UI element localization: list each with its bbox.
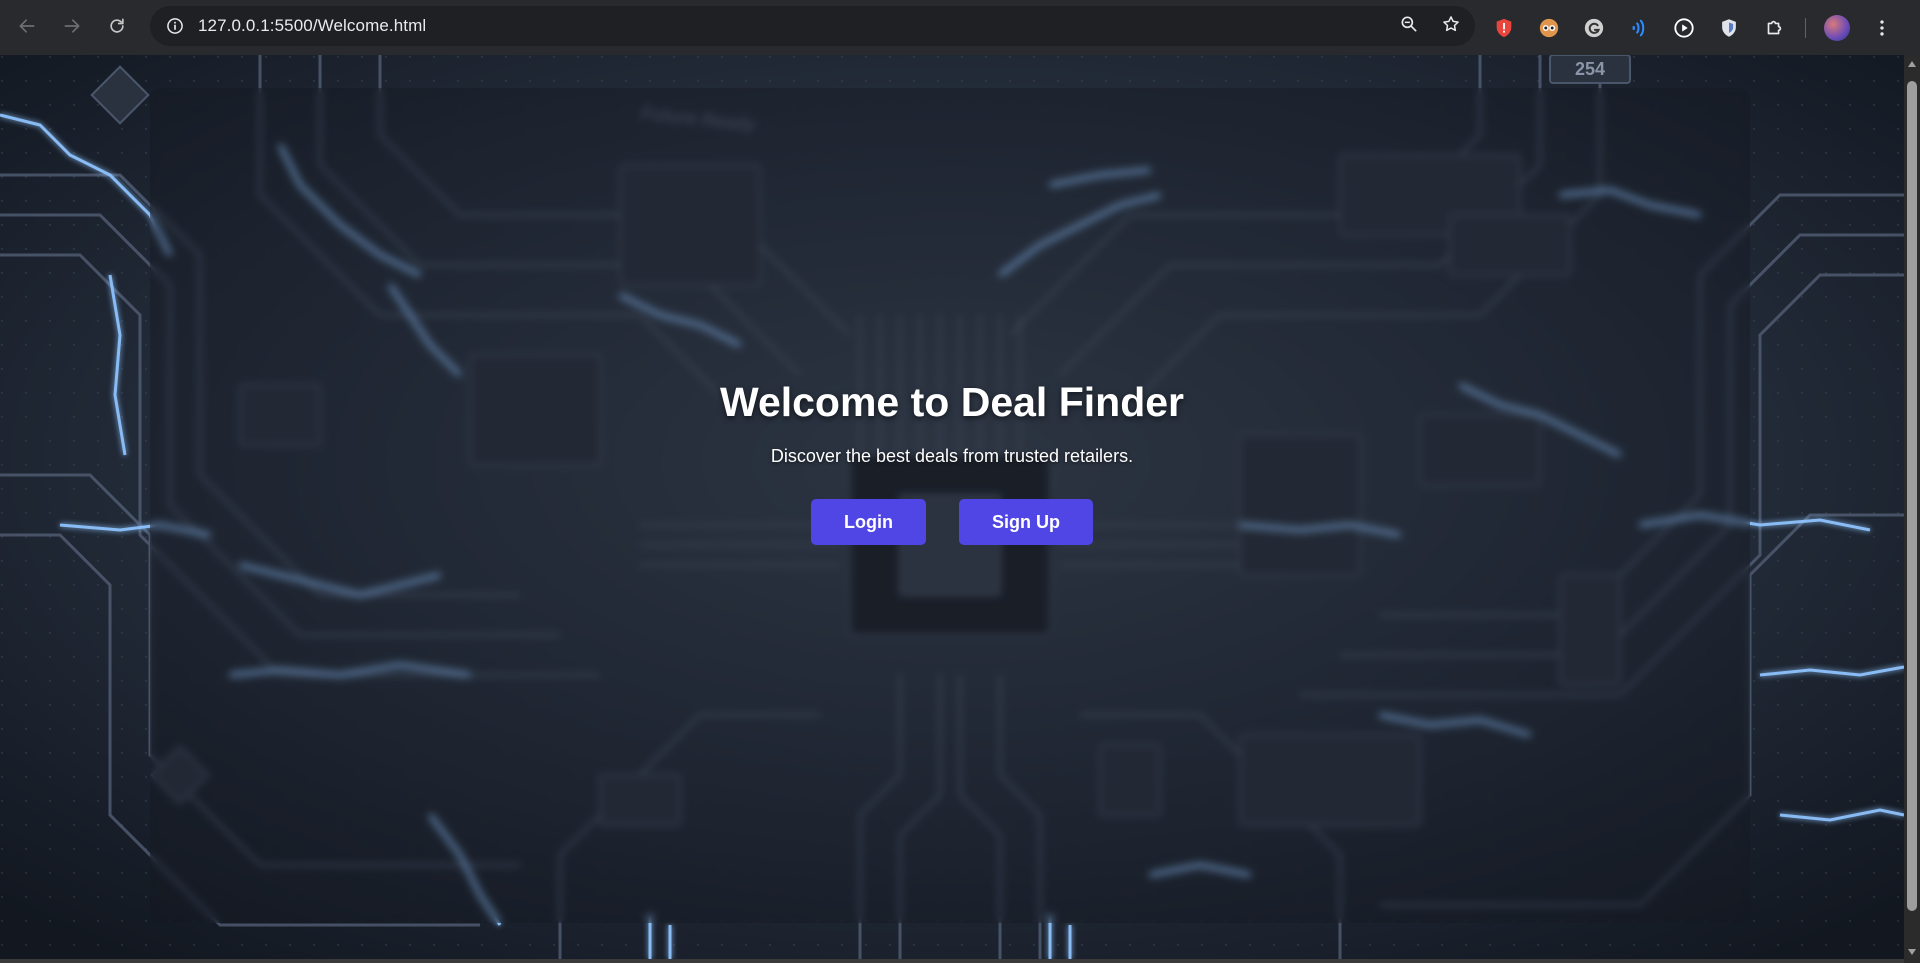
scroll-thumb[interactable] — [1907, 81, 1917, 911]
eyes-extension[interactable] — [1535, 14, 1563, 42]
site-info-button[interactable] — [162, 13, 188, 39]
page-subtitle: Discover the best deals from trusted ret… — [770, 446, 1134, 466]
brave-shield-icon — [1496, 18, 1512, 37]
reload-icon — [110, 18, 124, 33]
eyes-icon — [1539, 18, 1559, 37]
sound-waves-icon — [1632, 19, 1645, 36]
zoom-icon — [1401, 16, 1417, 31]
forward-button[interactable] — [54, 8, 90, 44]
profile-button[interactable] — [1823, 14, 1851, 42]
grammarly-extension[interactable] — [1580, 14, 1608, 42]
horizontal-scroll-strip — [0, 959, 1904, 963]
extensions-button[interactable] — [1760, 14, 1788, 42]
grammarly-icon — [1584, 18, 1604, 37]
url-text[interactable]: 127.0.0.1:5500/Welcome.html — [198, 16, 426, 36]
scroll-up-arrow-icon[interactable] — [1908, 61, 1916, 67]
kebab-menu-icon — [1880, 19, 1884, 36]
privacy-badger-extension[interactable] — [1715, 14, 1743, 42]
voice-extension[interactable] — [1625, 14, 1653, 42]
browser-toolbar: 127.0.0.1:5500/Welcome.html — [0, 0, 1920, 55]
shield-extension[interactable] — [1490, 14, 1518, 42]
address-bar[interactable]: 127.0.0.1:5500/Welcome.html — [150, 6, 1475, 46]
auth-buttons: Login Sign Up — [811, 499, 1093, 545]
avatar — [1824, 14, 1850, 41]
play-circle-icon — [1674, 17, 1694, 38]
login-button[interactable]: Login — [811, 499, 926, 545]
reload-button[interactable] — [99, 8, 135, 44]
toolbar-separator — [1805, 17, 1806, 38]
signup-button[interactable]: Sign Up — [958, 499, 1093, 545]
page-title: Welcome to Deal Finder — [719, 379, 1184, 425]
page-viewport: 254 Future Ready Welcome to Deal Finder … — [0, 55, 1904, 959]
arrow-left-icon — [19, 19, 35, 33]
bookmark-button[interactable] — [1441, 14, 1461, 39]
browser-menu-button[interactable] — [1868, 14, 1896, 42]
puzzle-icon — [1767, 20, 1782, 34]
page-scrollbar[interactable] — [1904, 55, 1920, 963]
arrow-right-icon — [64, 19, 80, 33]
hero-section: Welcome to Deal Finder Discover the best… — [0, 55, 1904, 959]
play-extension[interactable] — [1670, 14, 1698, 42]
extensions-bar — [1490, 0, 1896, 55]
zoom-button[interactable] — [1399, 14, 1419, 39]
star-icon — [1443, 15, 1459, 31]
scroll-down-arrow-icon[interactable] — [1908, 949, 1916, 955]
info-icon — [167, 18, 183, 34]
back-button[interactable] — [9, 8, 45, 44]
shield-check-icon — [1722, 18, 1736, 37]
